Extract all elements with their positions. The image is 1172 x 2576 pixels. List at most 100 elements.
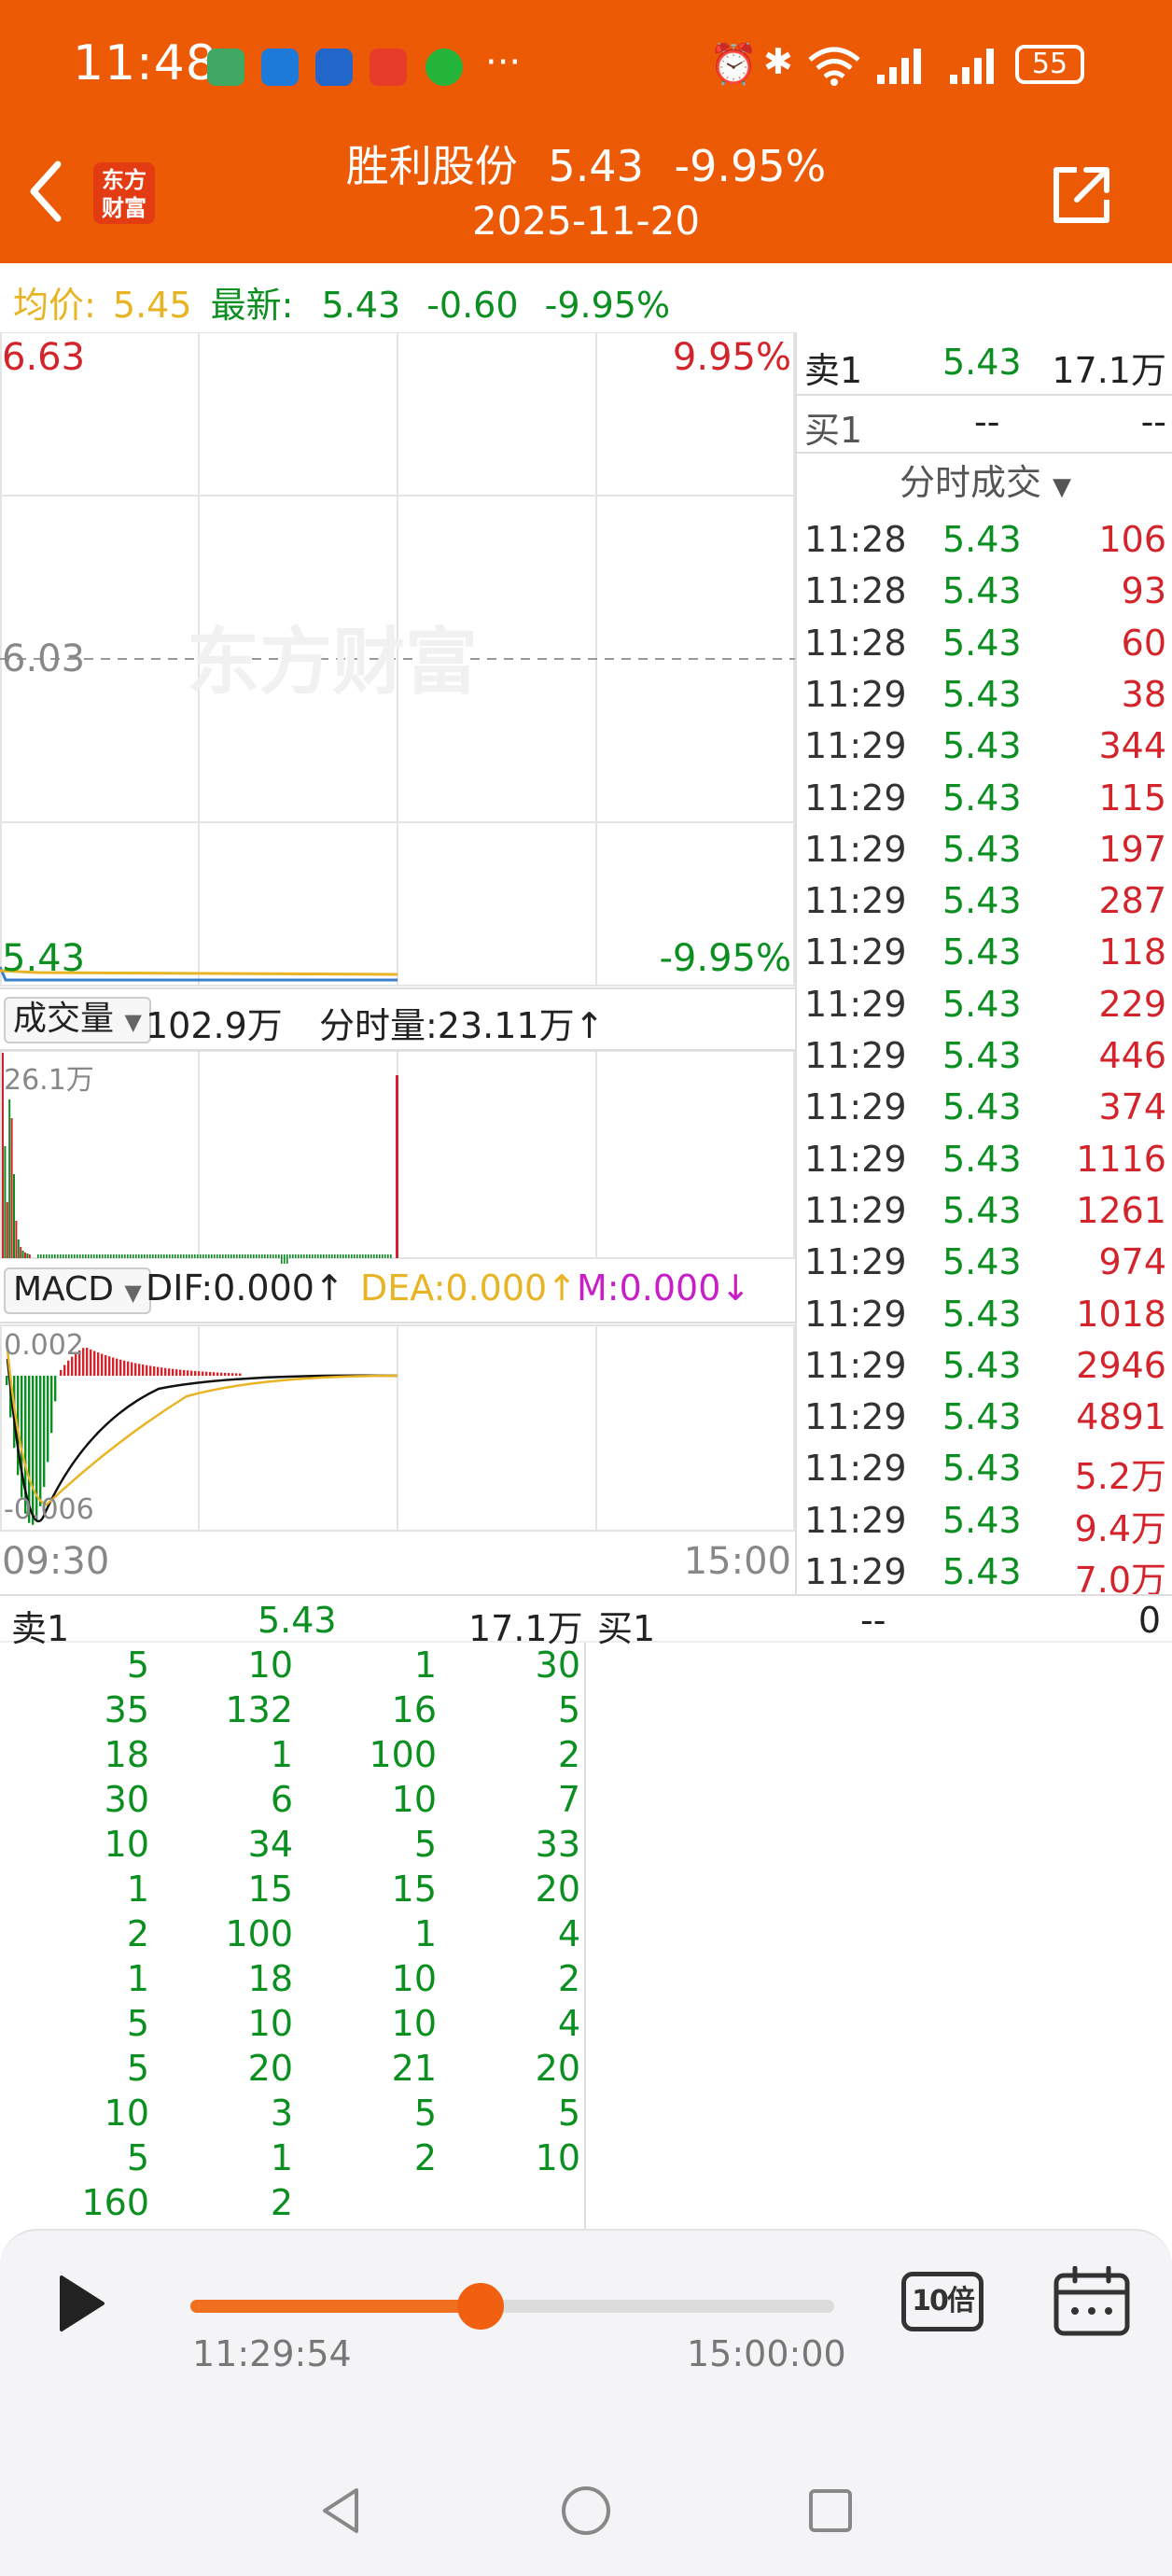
browser-app-icon [261, 49, 299, 86]
volume-bar [264, 1254, 266, 1258]
volume-bar [169, 1254, 171, 1258]
volume-bar [200, 1254, 202, 1258]
trade-price: 5.43 [942, 1086, 1022, 1128]
macd-bar [228, 1373, 230, 1376]
trade-volume: 2946 [1076, 1344, 1166, 1386]
macd-indicator-dropdown[interactable]: MACD ▼ [4, 1267, 151, 1314]
volume-bar [65, 1254, 67, 1258]
macd-bar [108, 1356, 111, 1376]
macd-bar [105, 1354, 107, 1376]
news-app-icon [370, 49, 407, 86]
play-icon[interactable] [56, 2274, 108, 2333]
trade-time: 11:28 [804, 622, 907, 664]
volume-bar [107, 1254, 109, 1258]
share-icon[interactable] [1049, 162, 1114, 228]
queue-row: 5 20 21 20 [0, 2046, 586, 2091]
volume-bar [205, 1254, 207, 1258]
volume-bar [188, 1254, 190, 1258]
buy1-volume: -- [1140, 401, 1166, 442]
calendar-icon[interactable] [1053, 2266, 1131, 2337]
nav-recents-icon[interactable] [806, 2486, 855, 2535]
progress-knob[interactable] [456, 2283, 504, 2330]
macd-bar [142, 1365, 145, 1376]
volume-bar [141, 1254, 143, 1258]
trade-row: 11:29 5.43 374 [797, 1081, 1172, 1132]
volume-bar [63, 1254, 64, 1258]
macd-bar [190, 1370, 193, 1376]
queue-cell: 10 [391, 1958, 437, 1999]
volume-bar [261, 1254, 263, 1258]
cloud-app-icon [315, 49, 353, 86]
trade-price: 5.43 [942, 1293, 1022, 1335]
volume-bar [124, 1254, 126, 1258]
volume-bar [384, 1254, 386, 1258]
sell-queue-grid: 5 10 1 30 35 132 16 5 18 1 100 2 30 6 10 7 10 34 5 33 1 15 15 2… [0, 1643, 586, 2231]
volume-bar [17, 1239, 20, 1258]
trade-time: 11:29 [804, 1138, 907, 1180]
speed-button[interactable]: 10倍 [901, 2272, 984, 2331]
trade-row: 11:29 5.43 446 [797, 1029, 1172, 1081]
trade-time: 11:29 [804, 1396, 907, 1438]
queue-cell: 132 [225, 1689, 293, 1730]
queue-cell: 5 [413, 2093, 437, 2134]
macd-bar [220, 1372, 223, 1376]
trade-row: 11:29 5.43 115 [797, 772, 1172, 823]
volume-bar [158, 1254, 160, 1258]
macd-bar [86, 1348, 89, 1376]
volume-bar [93, 1254, 95, 1258]
buy1-price: -- [974, 401, 1000, 442]
trades-dropdown[interactable]: 分时成交 ▼ [797, 452, 1172, 510]
volume-indicator-dropdown[interactable]: 成交量 ▼ [4, 997, 151, 1043]
trade-price: 5.43 [942, 1499, 1022, 1541]
volume-bar [138, 1254, 140, 1258]
macd-bar [157, 1366, 160, 1376]
nav-home-icon[interactable] [558, 2483, 614, 2539]
trade-volume: 106 [1098, 519, 1166, 560]
price-info-line: 均价: 5.45 最新: 5.43 -0.60 -9.95% [13, 276, 670, 328]
macd-bar [123, 1360, 126, 1376]
macd-bar [198, 1371, 201, 1376]
volume-bar [20, 1247, 22, 1258]
replay-player [0, 2229, 1172, 2445]
volume-bar [225, 1254, 227, 1258]
queue-cell: 10 [391, 1779, 437, 1820]
trades-title: 分时成交 [899, 462, 1041, 503]
trade-price: 5.43 [942, 777, 1022, 819]
volume-bar [387, 1254, 389, 1258]
volume-bar [373, 1254, 375, 1258]
trade-volume: 4891 [1076, 1396, 1166, 1438]
macd-bar [160, 1367, 163, 1376]
volume-bar [197, 1254, 199, 1258]
macd-bar [168, 1368, 171, 1376]
trade-row: 11:29 5.43 1018 [797, 1288, 1172, 1339]
volume-bar [163, 1254, 165, 1258]
volume-bar [57, 1254, 59, 1258]
volume-bar [102, 1254, 104, 1258]
queue-cell: 1 [126, 1869, 149, 1910]
trade-price: 5.43 [942, 725, 1022, 767]
trade-volume: 374 [1098, 1086, 1166, 1128]
macd-bar [179, 1369, 182, 1376]
volume-bar [253, 1254, 255, 1258]
trade-time: 11:29 [804, 1448, 907, 1490]
volume-bar [345, 1254, 347, 1258]
volume-bar [15, 1221, 18, 1258]
queue-cell: 5 [413, 1824, 437, 1865]
trade-time: 11:29 [804, 725, 907, 767]
macd-bar [153, 1366, 156, 1376]
volume-bar [208, 1254, 210, 1258]
macd-bar [138, 1364, 141, 1376]
queue-cell: 2 [557, 1958, 580, 1999]
trade-row: 11:29 5.43 1116 [797, 1133, 1172, 1184]
nav-back-icon[interactable] [317, 2485, 364, 2537]
volume-bar [146, 1254, 148, 1258]
trade-time: 11:28 [804, 519, 907, 560]
queue-cell: 34 [247, 1824, 293, 1865]
macd-bar [6, 1376, 8, 1385]
volume-bar [113, 1254, 115, 1258]
trade-volume: 1116 [1076, 1138, 1166, 1180]
queue-cell: 33 [535, 1824, 580, 1865]
queue-row: 1 18 10 2 [0, 1956, 586, 2001]
volume-bar [244, 1254, 246, 1258]
volume-bar [4, 1146, 7, 1258]
